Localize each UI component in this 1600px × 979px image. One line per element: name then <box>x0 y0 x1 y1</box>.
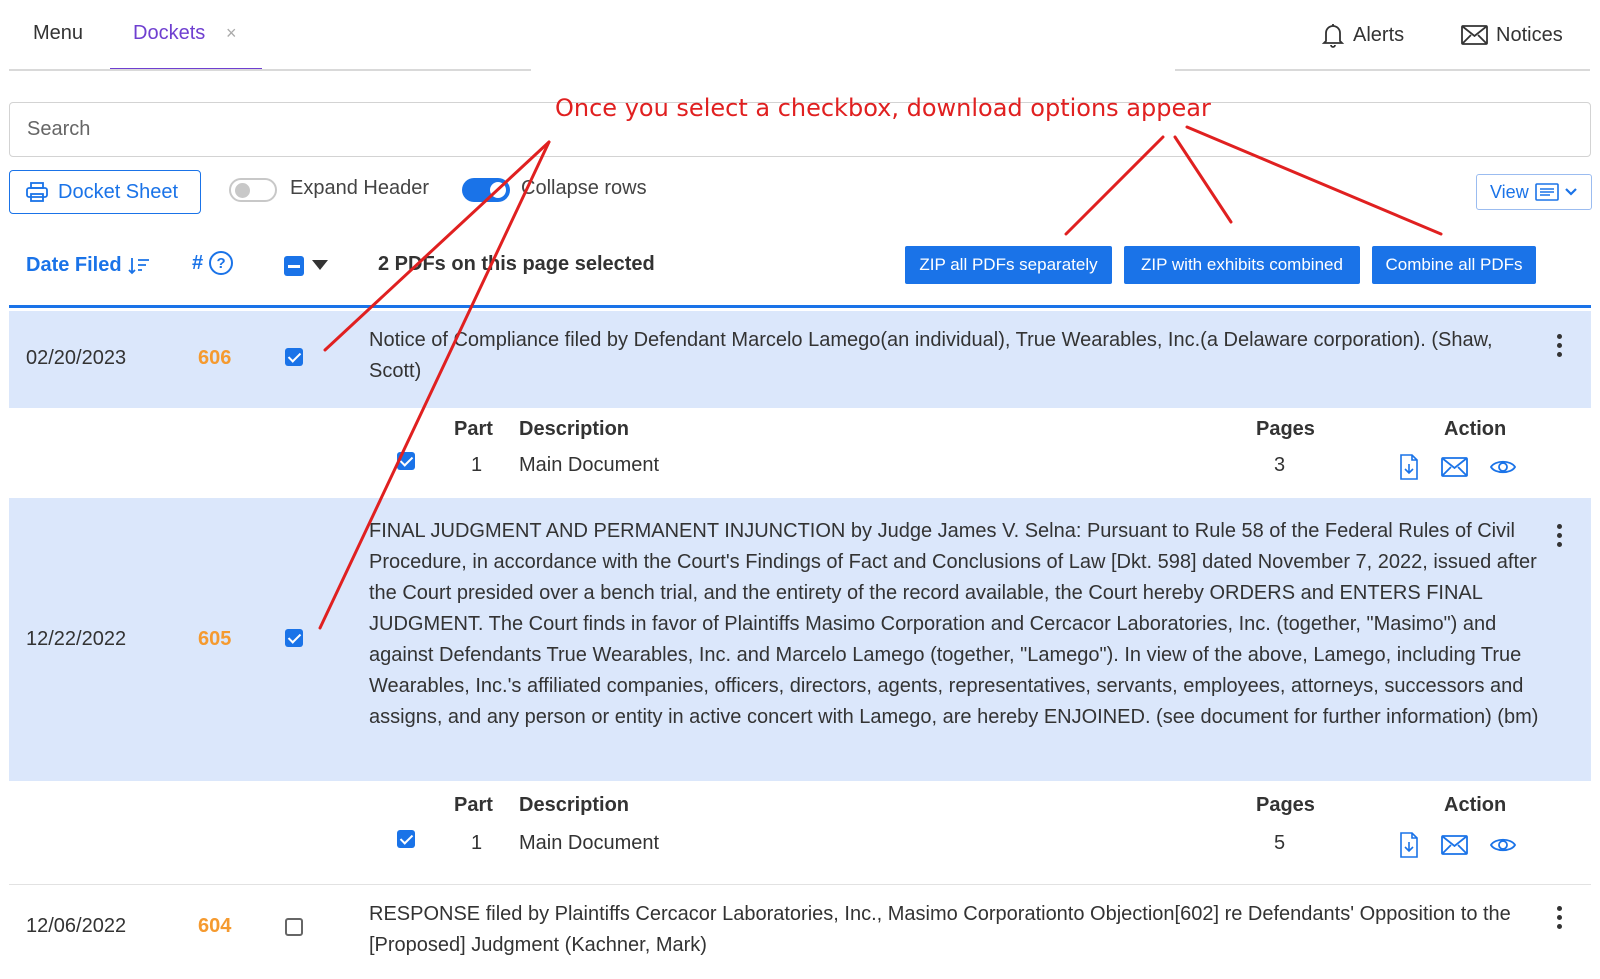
entry-date: 02/20/2023 <box>26 347 127 369</box>
part-actions <box>1399 832 1516 858</box>
zip-combined-button[interactable]: ZIP with exhibits combined <box>1124 246 1360 284</box>
entry-date: 12/22/2022 <box>26 628 127 650</box>
notices-label: Notices <box>1496 23 1563 46</box>
date-filed-sort[interactable]: Date Filed <box>26 254 150 277</box>
annotation-text: Once you select a checkbox, download opt… <box>555 94 1211 122</box>
docket-sheet-button[interactable]: Docket Sheet <box>9 170 201 214</box>
download-file-icon[interactable] <box>1399 832 1419 858</box>
table-row[interactable]: 12/22/2022 605 FINAL JUDGMENT AND PERMAN… <box>9 498 1591 781</box>
toggle-knob <box>490 182 506 198</box>
download-file-icon[interactable] <box>1399 454 1419 480</box>
action-header: Action <box>1444 794 1507 816</box>
view-dropdown[interactable]: View <box>1476 174 1592 210</box>
entry-description: Notice of Compliance filed by Defendant … <box>369 329 1493 382</box>
number-column: # ? <box>192 251 234 275</box>
part-actions <box>1399 454 1516 480</box>
nav-divider <box>9 69 531 71</box>
table-header: Date Filed # ? 2 PDFs on this page selec… <box>9 238 1591 308</box>
help-icon[interactable]: ? <box>209 251 234 275</box>
expand-header-toggle[interactable] <box>229 178 277 202</box>
entry-number[interactable]: 606 <box>198 347 231 370</box>
parts-table: Part Description Pages Action 1 Main Doc… <box>9 418 1591 498</box>
list-icon <box>1534 183 1559 201</box>
entry-number[interactable]: 605 <box>198 628 231 651</box>
entry-date: 12/06/2022 <box>26 915 127 937</box>
table-row[interactable]: 02/20/2023 606 Notice of Compliance file… <box>9 311 1591 408</box>
envelope-icon <box>1461 25 1488 45</box>
caret-down-icon[interactable] <box>312 260 328 270</box>
entry-checkbox[interactable] <box>285 918 303 936</box>
toggle-knob <box>235 183 250 198</box>
entry-description: FINAL JUDGMENT AND PERMANENT INJUNCTION … <box>369 520 1539 728</box>
pages-header: Pages <box>1256 418 1315 440</box>
kebab-icon[interactable] <box>1557 524 1565 551</box>
mail-icon[interactable] <box>1441 835 1468 855</box>
part-header: Part <box>454 418 493 440</box>
alerts-label: Alerts <box>1353 23 1405 46</box>
part-number: 1 <box>471 454 483 476</box>
combine-all-button[interactable]: Combine all PDFs <box>1372 246 1536 284</box>
collapse-rows-label: Collapse rows <box>521 177 647 199</box>
docket-sheet-label: Docket Sheet <box>58 180 179 203</box>
printer-icon <box>26 182 48 202</box>
entry-checkbox[interactable] <box>285 629 303 647</box>
description-header: Description <box>519 794 630 816</box>
collapse-rows-toggle[interactable] <box>462 178 510 202</box>
selection-status: 2 PDFs on this page selected <box>378 253 655 275</box>
mail-icon[interactable] <box>1441 457 1468 477</box>
pages-header: Pages <box>1256 794 1315 816</box>
sort-icon <box>127 257 149 274</box>
tab-dockets-label: Dockets <box>133 22 206 44</box>
nav-divider <box>1175 69 1590 71</box>
description-header: Description <box>519 418 630 440</box>
part-checkbox[interactable] <box>397 830 415 848</box>
tab-dockets[interactable]: Dockets × <box>110 0 262 71</box>
eye-icon[interactable] <box>1490 458 1516 476</box>
table-row[interactable]: 12/06/2022 604 RESPONSE filed by Plainti… <box>9 885 1591 979</box>
kebab-icon[interactable] <box>1557 906 1565 933</box>
part-description: Main Document <box>519 832 660 854</box>
part-pages: 3 <box>1274 454 1286 476</box>
entry-checkbox[interactable] <box>285 348 303 366</box>
part-number: 1 <box>471 832 483 854</box>
select-all-checkbox[interactable] <box>284 256 304 276</box>
parts-table: Part Description Pages Action 1 Main Doc… <box>9 794 1591 874</box>
part-header: Part <box>454 794 493 816</box>
notices-link[interactable]: Notices <box>1461 20 1563 50</box>
eye-icon[interactable] <box>1490 836 1516 854</box>
part-pages: 5 <box>1274 832 1286 854</box>
menu-tab[interactable]: Menu <box>33 22 83 45</box>
part-description: Main Document <box>519 454 660 476</box>
close-icon[interactable]: × <box>226 23 237 44</box>
action-header: Action <box>1444 418 1507 440</box>
kebab-icon[interactable] <box>1557 334 1565 361</box>
number-label: # <box>192 251 204 274</box>
expand-header-label: Expand Header <box>290 177 429 199</box>
zip-separately-button[interactable]: ZIP all PDFs separately <box>905 246 1112 284</box>
entry-description: RESPONSE filed by Plaintiffs Cercacor La… <box>369 903 1511 956</box>
entry-number[interactable]: 604 <box>198 915 231 938</box>
part-checkbox[interactable] <box>397 452 415 470</box>
view-label: View <box>1490 181 1529 202</box>
chevron-down-icon <box>1564 188 1577 196</box>
top-nav: Menu Dockets × Alerts Notices <box>0 0 1600 72</box>
alerts-link[interactable]: Alerts <box>1321 20 1404 50</box>
date-filed-label: Date Filed <box>26 254 122 276</box>
bell-icon <box>1321 24 1345 48</box>
